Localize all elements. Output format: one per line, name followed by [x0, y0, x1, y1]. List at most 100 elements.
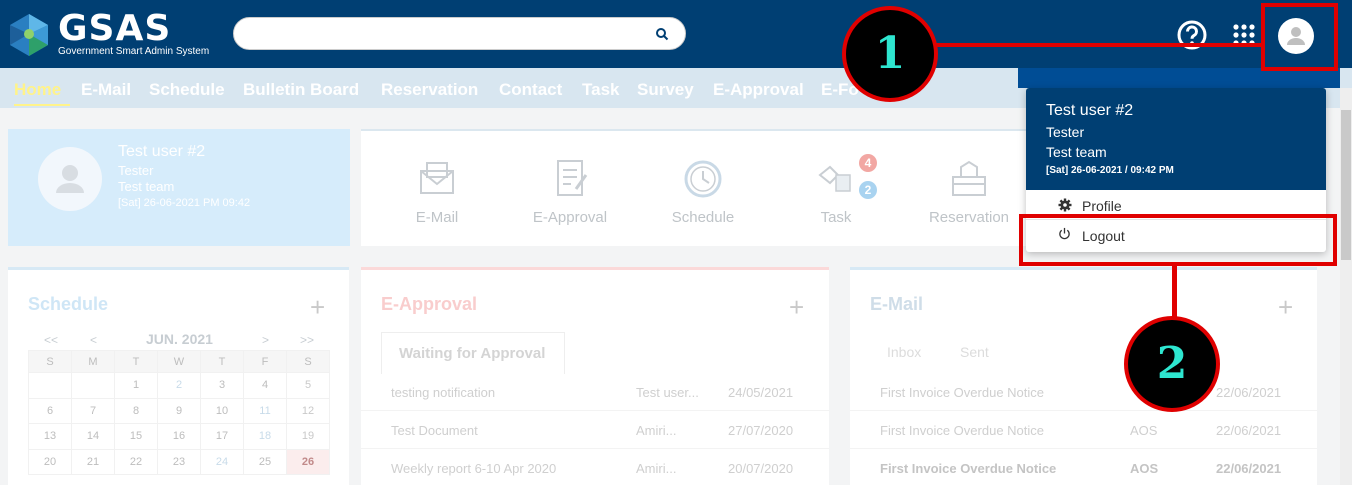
calendar-nav: << < JUN. 2021 > >>	[28, 328, 328, 352]
top-header: GSAS Government Smart Admin System	[0, 0, 1352, 68]
weekday-label: F	[243, 350, 287, 373]
annotation-connector-1	[936, 43, 1263, 47]
profile-role: Tester	[118, 163, 154, 178]
profile-avatar	[38, 147, 102, 211]
table-row[interactable]: First Invoice Overdue Notice 22/06/2021	[850, 373, 1317, 411]
scrollbar-thumb[interactable]	[1341, 110, 1351, 260]
annotation-callout-1: 1	[842, 6, 938, 102]
calendar-day[interactable]: 14	[71, 423, 115, 450]
calendar-day[interactable]: 23	[157, 448, 201, 475]
quick-menu: E-Mail E-Approval Schedule Task 4 2 Rese…	[361, 129, 1036, 246]
calendar-day[interactable]: 9	[157, 397, 201, 424]
calendar-day[interactable]: 21	[71, 448, 115, 475]
annotation-connector-2	[1172, 266, 1177, 318]
calendar-day[interactable]: 5	[286, 372, 330, 399]
calendar-day[interactable]: 10	[200, 397, 244, 424]
dropdown-user-role: Tester	[1046, 124, 1085, 140]
approval-row-title: Weekly report 6-10 Apr 2020	[391, 461, 557, 476]
email-row-sender: AOS	[1130, 423, 1158, 438]
tab-sent[interactable]: Sent	[960, 344, 989, 360]
calendar-day[interactable]: 12	[286, 397, 330, 424]
email-panel: E-Mail + Inbox Sent First Invoice Overdu…	[850, 267, 1317, 485]
tab-inbox[interactable]: Inbox	[887, 344, 921, 360]
mail-icon	[420, 162, 454, 194]
email-add-button[interactable]: +	[1278, 292, 1293, 323]
quick-item-e-approval[interactable]: E-Approval	[515, 157, 625, 226]
quick-label-e-approval: E-Approval	[532, 209, 608, 226]
calendar-day	[71, 372, 115, 399]
menu-item-email[interactable]: E-Mail	[81, 80, 131, 100]
table-row[interactable]: Weekly report 6-10 Apr 2020 Amiri... 20/…	[361, 449, 829, 485]
menu-item-task[interactable]: Task	[582, 80, 620, 100]
menu-item-home[interactable]: Home	[14, 80, 61, 100]
tab-waiting-for-approval[interactable]: Waiting for Approval	[381, 332, 565, 374]
calendar-day[interactable]: 15	[114, 423, 158, 450]
menu-item-bulletin-board[interactable]: Bulletin Board	[243, 80, 359, 100]
calendar-day[interactable]: 4	[243, 372, 287, 399]
calendar-day[interactable]: 22	[114, 448, 158, 475]
annotation-box-avatar	[1261, 3, 1338, 71]
calendar-day[interactable]: 16	[157, 423, 201, 450]
calendar-day[interactable]: 1	[114, 372, 158, 399]
search-icon[interactable]	[655, 27, 669, 41]
quick-item-reservation[interactable]: Reservation	[914, 157, 1024, 226]
menu-item-e-approval[interactable]: E-Approval	[713, 80, 804, 100]
gsas-logo[interactable]: GSAS Government Smart Admin System	[6, 8, 216, 60]
calendar-day[interactable]: 6	[28, 397, 72, 424]
approval-title[interactable]: E-Approval	[381, 294, 477, 315]
calendar-day[interactable]: 11	[243, 397, 287, 424]
quick-label-schedule: Schedule	[671, 209, 735, 226]
weekday-label: W	[157, 350, 201, 373]
calendar-day-today[interactable]: 26	[286, 448, 330, 475]
quick-item-schedule[interactable]: Schedule	[648, 157, 758, 226]
approval-row-date: 24/05/2021	[728, 385, 794, 400]
table-row[interactable]: Test Document Amiri... 27/07/2020	[361, 411, 829, 449]
calendar-week-row: 13 14 15 16 17 18 19	[28, 423, 330, 450]
schedule-title[interactable]: Schedule	[28, 294, 108, 315]
calendar-day[interactable]: 8	[114, 397, 158, 424]
email-title[interactable]: E-Mail	[870, 294, 923, 315]
search-input[interactable]	[248, 23, 638, 45]
calendar-day[interactable]: 2	[157, 372, 201, 399]
calendar-next-year-button[interactable]: >>	[300, 333, 314, 347]
profile-label: Profile	[1082, 198, 1122, 214]
menu-item-contact[interactable]: Contact	[499, 80, 562, 100]
quick-item-task[interactable]: Task 4 2	[781, 154, 891, 226]
menu-item-survey[interactable]: Survey	[637, 80, 694, 100]
profile-team: Test team	[118, 179, 175, 194]
calendar-day[interactable]: 3	[200, 372, 244, 399]
calendar-day[interactable]: 13	[28, 423, 72, 450]
calendar-day[interactable]: 17	[200, 423, 244, 450]
logo-text: GSAS	[58, 8, 172, 49]
task-badge-red: 4	[859, 154, 877, 172]
calendar-prev-month-button[interactable]: <	[90, 333, 97, 347]
approval-row-title: testing notification	[391, 385, 496, 400]
menu-item-schedule[interactable]: Schedule	[149, 80, 225, 100]
table-row[interactable]: First Invoice Overdue Notice AOS 22/06/2…	[850, 449, 1317, 485]
email-row-date: 22/06/2021	[1216, 385, 1282, 400]
clock-icon	[684, 160, 722, 198]
email-row-date: 22/06/2021	[1216, 461, 1282, 476]
calendar-day[interactable]: 24	[200, 448, 244, 475]
calendar-day[interactable]: 25	[243, 448, 287, 475]
search-bar	[233, 17, 686, 50]
gear-icon	[1058, 198, 1072, 212]
approval-add-button[interactable]: +	[789, 292, 804, 323]
calendar-week-row: 20 21 22 23 24 25 26	[28, 448, 330, 475]
quick-label-reservation: Reservation	[928, 209, 1010, 226]
weekday-label: T	[200, 350, 244, 373]
calendar-prev-year-button[interactable]: <<	[44, 333, 58, 347]
menu-item-reservation[interactable]: Reservation	[381, 80, 478, 100]
task-icon	[818, 165, 851, 192]
calendar-day[interactable]: 19	[286, 423, 330, 450]
schedule-add-button[interactable]: +	[310, 292, 325, 323]
calendar-day[interactable]: 20	[28, 448, 72, 475]
calendar-week-row: 1 2 3 4 5	[28, 372, 330, 399]
quick-item-email[interactable]: E-Mail	[382, 157, 492, 226]
calendar-day[interactable]: 7	[71, 397, 115, 424]
calendar-day[interactable]: 18	[243, 423, 287, 450]
table-row[interactable]: First Invoice Overdue Notice AOS 22/06/2…	[850, 411, 1317, 449]
table-row[interactable]: testing notification Test user... 24/05/…	[361, 373, 829, 411]
calendar-next-month-button[interactable]: >	[262, 333, 269, 347]
annotation-callout-2: 2	[1124, 316, 1220, 412]
